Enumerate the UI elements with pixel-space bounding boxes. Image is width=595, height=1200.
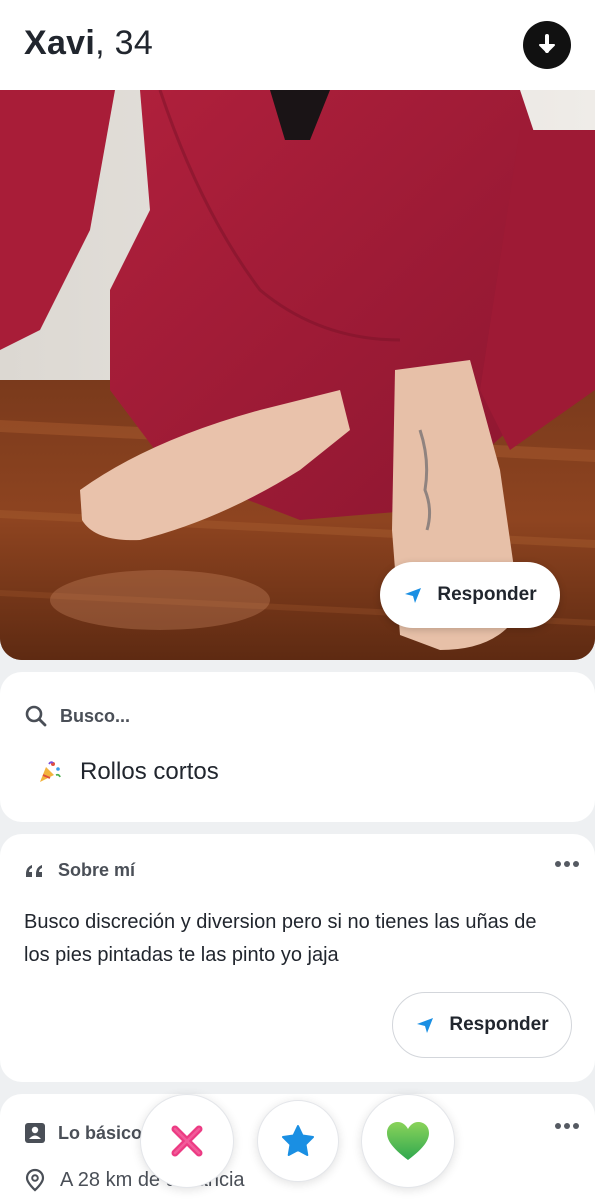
photo-reply-button[interactable]: Responder [380,562,560,628]
looking-for-value: Rollos cortos [80,758,219,785]
looking-for-label: Busco... [60,705,131,726]
looking-for-value-row: Rollos cortos [36,758,219,786]
profile-age-separator: , [95,24,115,62]
more-dot-icon [564,1123,570,1129]
profile-title: Xavi, 34 [24,24,153,63]
looking-for-header: Busco... [24,704,130,728]
star-icon [282,1125,314,1156]
about-label: Sobre mí [58,860,136,880]
about-reply-label: Responder [449,1014,549,1035]
more-dot-icon [564,861,570,867]
x-icon [171,1125,203,1157]
basics-more-button[interactable] [555,1122,579,1130]
arrow-down-icon [539,34,555,53]
quote-icon [26,864,42,877]
basics-header: Lo básico [24,1122,142,1144]
photo-reply-label: Responder [437,584,537,605]
dislike-button[interactable] [140,1094,234,1188]
looking-for-card: Busco... Rollos cortos [0,672,595,822]
more-dot-icon [555,861,561,867]
like-button[interactable] [361,1094,455,1188]
paper-plane-icon [417,1018,434,1033]
party-popper-icon [40,761,61,782]
paper-plane-icon [405,588,422,603]
heart-icon [387,1122,429,1160]
super-like-button[interactable] [257,1100,339,1182]
about-more-button[interactable] [555,860,579,868]
basics-label: Lo básico [58,1122,143,1143]
id-card-icon [25,1123,45,1143]
profile-header: Xavi, 34 [0,0,595,90]
download-button[interactable] [523,21,571,69]
about-header: Sobre mí [24,860,135,881]
more-dot-icon [573,861,579,867]
about-reply-button[interactable]: Responder [392,992,572,1058]
more-dot-icon [573,1123,579,1129]
profile-name: Xavi [24,24,96,62]
about-text: Busco discreción y diversion pero si no … [24,911,537,966]
more-dot-icon [555,1123,561,1129]
profile-age: 34 [114,24,154,62]
search-icon [25,705,47,727]
location-pin-icon [25,1168,45,1192]
